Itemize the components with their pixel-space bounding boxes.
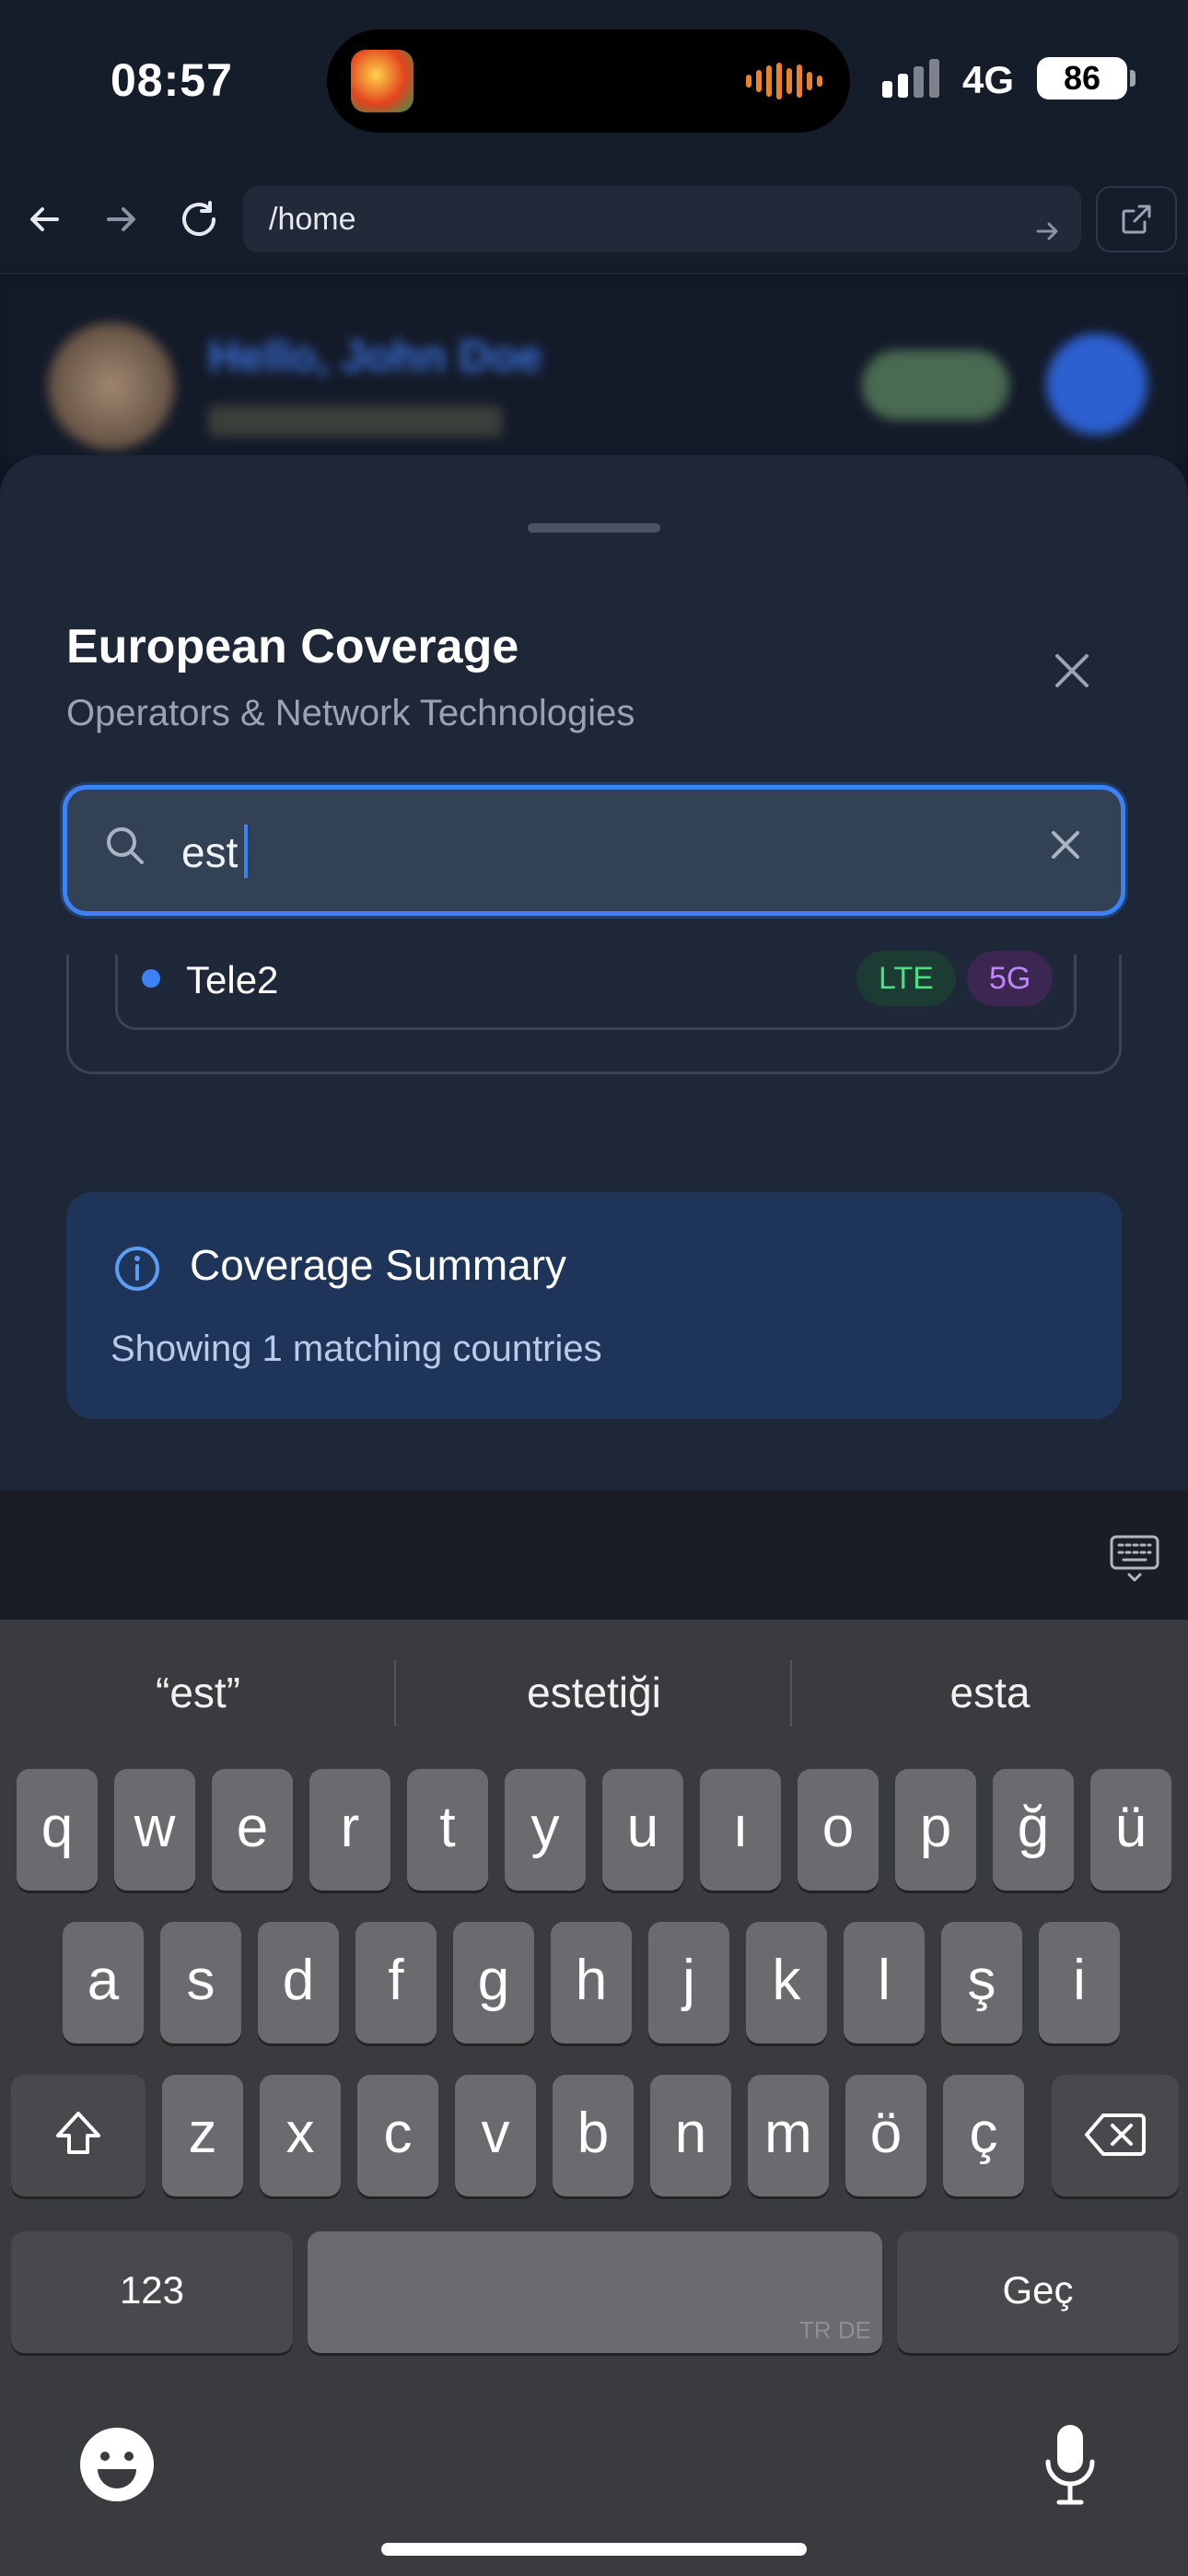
key-p[interactable]: p: [895, 1769, 976, 1891]
key-m[interactable]: m: [748, 2075, 829, 2196]
key-z[interactable]: z: [162, 2075, 243, 2196]
status-bar: 08:57 4G 86: [0, 0, 1188, 166]
screen: 08:57 4G 86 /home Hello, John Doe Europe…: [0, 0, 1188, 2576]
sheet-title: European Coverage: [66, 620, 519, 673]
key-j[interactable]: j: [648, 1922, 729, 2043]
summary-text: Showing 1 matching countries: [111, 1329, 602, 1369]
greeting-subtitle: [208, 405, 503, 437]
search-icon: [102, 823, 148, 873]
home-indicator[interactable]: [381, 2543, 807, 2556]
key-g[interactable]: g: [453, 1922, 534, 2043]
key-v[interactable]: v: [455, 2075, 536, 2196]
key-e[interactable]: e: [212, 1769, 293, 1891]
operator-row[interactable]: Tele2 LTE 5G: [115, 951, 1077, 1030]
summary-title: Coverage Summary: [190, 1241, 567, 1289]
status-pill: [862, 350, 1009, 420]
key-b[interactable]: b: [553, 2075, 634, 2196]
emoji-icon[interactable]: [77, 2425, 157, 2509]
clear-search-icon[interactable]: [1047, 826, 1084, 868]
key-h[interactable]: h: [551, 1922, 632, 2043]
operator-name: Tele2: [186, 958, 279, 1001]
key-ı[interactable]: ı: [700, 1769, 781, 1891]
key-ç[interactable]: ç: [943, 2075, 1024, 2196]
5g-badge: 5G: [967, 951, 1054, 1006]
info-icon: [112, 1244, 162, 1298]
key-ü[interactable]: ü: [1090, 1769, 1171, 1891]
text-caret: [244, 825, 248, 878]
key-ö[interactable]: ö: [845, 2075, 926, 2196]
space-key[interactable]: TR DE: [308, 2231, 882, 2353]
key-r[interactable]: r: [309, 1769, 390, 1891]
key-s[interactable]: s: [160, 1922, 241, 2043]
key-c[interactable]: c: [357, 2075, 438, 2196]
go-arrow-icon[interactable]: [1033, 203, 1063, 269]
key-ş[interactable]: ş: [941, 1922, 1022, 2043]
close-icon[interactable]: [1044, 643, 1100, 698]
key-f[interactable]: f: [355, 1922, 437, 2043]
profile-button: [1046, 334, 1147, 435]
keyboard: “est” estetiği esta qwertyuıopğü asdfghj…: [0, 1620, 1188, 2576]
key-n[interactable]: n: [650, 2075, 731, 2196]
signal-icon: [882, 57, 939, 98]
microphone-icon[interactable]: [1041, 2421, 1100, 2514]
sheet-subtitle: Operators & Network Technologies: [66, 693, 635, 733]
search-input[interactable]: [181, 825, 973, 880]
key-ğ[interactable]: ğ: [993, 1769, 1074, 1891]
key-k[interactable]: k: [746, 1922, 827, 2043]
network-type: 4G: [962, 58, 1015, 101]
results-card: Tele2 LTE 5G: [66, 951, 1122, 1074]
numbers-key[interactable]: 123: [11, 2231, 293, 2353]
avatar: [48, 322, 175, 450]
return-key[interactable]: Geç: [897, 2231, 1179, 2353]
keyboard-accessory-bar: [0, 1491, 1188, 1620]
back-icon[interactable]: [15, 190, 74, 249]
background-page-header: Hello, John Doe: [0, 276, 1188, 461]
space-language-label: TR DE: [799, 2316, 871, 2344]
key-x[interactable]: x: [260, 2075, 341, 2196]
coverage-sheet: European Coverage Operators & Network Te…: [0, 455, 1188, 1491]
sheet-grabber[interactable]: [528, 523, 660, 533]
operator-status-dot: [142, 969, 160, 988]
key-u[interactable]: u: [602, 1769, 683, 1891]
backspace-key[interactable]: [1052, 2075, 1179, 2196]
dynamic-island[interactable]: [327, 29, 850, 133]
address-bar[interactable]: /home: [243, 186, 1081, 252]
suggestion-3[interactable]: esta: [792, 1620, 1188, 1765]
key-w[interactable]: w: [114, 1769, 195, 1891]
battery-icon: 86: [1037, 57, 1127, 100]
key-q[interactable]: q: [17, 1769, 98, 1891]
key-o[interactable]: o: [798, 1769, 879, 1891]
suggestion-2[interactable]: estetiği: [396, 1620, 792, 1765]
forward-icon[interactable]: [92, 190, 151, 249]
key-l[interactable]: l: [844, 1922, 925, 2043]
browser-toolbar: /home: [0, 166, 1188, 275]
reload-icon[interactable]: [169, 190, 228, 249]
key-a[interactable]: a: [63, 1922, 144, 2043]
user-name: John Doe: [341, 333, 542, 381]
battery-tip: [1130, 70, 1136, 87]
key-i[interactable]: i: [1039, 1922, 1120, 2043]
now-playing-app-icon: [351, 50, 413, 112]
key-t[interactable]: t: [407, 1769, 488, 1891]
suggestion-1[interactable]: “est”: [0, 1620, 396, 1765]
open-external-icon[interactable]: [1096, 186, 1177, 252]
coverage-summary: Coverage Summary Showing 1 matching coun…: [66, 1192, 1122, 1419]
search-field[interactable]: [63, 785, 1125, 916]
audio-wave-icon: [746, 63, 822, 100]
greeting: Hello, John Doe: [208, 333, 542, 381]
shift-key[interactable]: [11, 2075, 146, 2196]
url-text: /home: [269, 202, 356, 237]
status-time: 08:57: [111, 54, 233, 106]
lte-badge: LTE: [856, 951, 956, 1006]
key-y[interactable]: y: [505, 1769, 586, 1891]
key-d[interactable]: d: [258, 1922, 339, 2043]
keyboard-dismiss-icon[interactable]: [1109, 1533, 1160, 1589]
